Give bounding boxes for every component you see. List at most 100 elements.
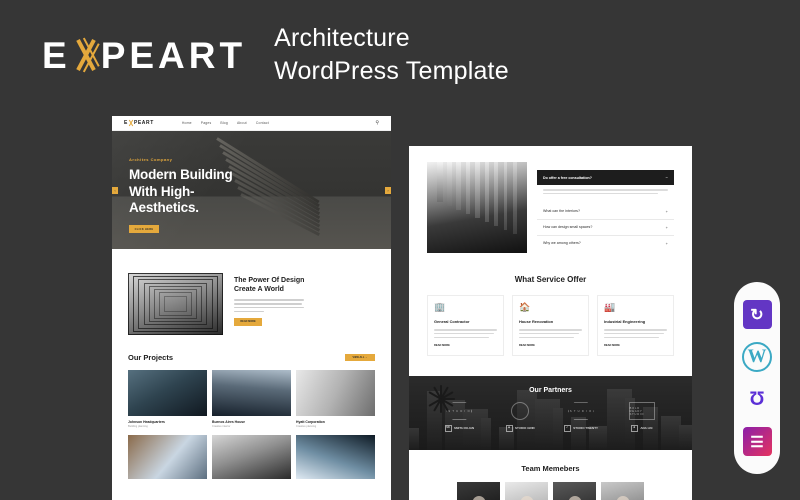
hero-eyebrow: Archites Company — [129, 157, 173, 162]
carousel-next-arrow[interactable]: › — [385, 187, 391, 194]
partners-section: Our Partners S T U D I O SK SMITH KILIAN… — [409, 376, 692, 451]
faq-item[interactable]: What can the interiors? + — [537, 204, 674, 220]
nav-item-blog[interactable]: Blog — [220, 121, 228, 125]
unlimited-elements-icon[interactable]: Ʊ — [743, 385, 772, 414]
faq-question: How can design small spaces? — [543, 225, 593, 230]
partner-initials-icon: ✓ — [563, 425, 571, 433]
nav-item-home[interactable]: Home — [182, 121, 192, 125]
faq-section: Do offer a free consultation? − What can… — [409, 146, 692, 253]
mockup-logo-x-icon — [128, 120, 133, 126]
project-thumbnail — [212, 370, 291, 416]
logo-text-part2: PEART — [100, 34, 247, 76]
team-section-title: Team Memebers — [521, 464, 580, 474]
project-card[interactable]: Hyatt Corporation Creative planning — [296, 370, 375, 428]
partner-logo[interactable]: S T U D I O SK SMITH KILIAN — [431, 402, 488, 433]
faq-question: What can the interiors? — [543, 209, 580, 214]
factory-icon: 🏭 — [604, 302, 616, 312]
project-thumbnail[interactable] — [212, 435, 291, 479]
right-page-mockup[interactable]: Do offer a free consultation? − What can… — [409, 146, 692, 500]
projects-grid: Johnson Headquarters Building planning B… — [128, 370, 375, 428]
project-title: Buenos Aires House — [212, 419, 246, 424]
partner-name: ANA LIN — [640, 425, 653, 430]
nav-item-pages[interactable]: Pages — [201, 121, 212, 125]
faq-item[interactable]: How can design small spaces? + — [537, 220, 674, 236]
project-thumbnail[interactable] — [128, 435, 207, 479]
projects-grid-row-2 — [128, 435, 375, 479]
team-member-photo[interactable] — [505, 482, 548, 500]
hero-cta-button[interactable]: CLICK HERE — [129, 225, 159, 234]
service-title: General Contractor — [434, 319, 470, 324]
carousel-prev-arrow[interactable]: ‹ — [112, 187, 118, 194]
partner-mark-icon: S T U D I O — [446, 402, 473, 421]
service-card[interactable]: 🏢 General Contractor READ MORE — [427, 295, 504, 357]
logo-x-icon — [73, 40, 99, 70]
partner-initials-icon: ⊕ — [505, 425, 513, 433]
project-thumbnail — [128, 370, 207, 416]
team-member-photo[interactable] — [601, 482, 644, 500]
service-description — [519, 329, 582, 339]
sync-icon[interactable]: ↻ — [742, 300, 772, 329]
plus-expand-icon[interactable]: + — [666, 241, 668, 246]
project-card[interactable]: Johnson Headquarters Building planning — [128, 370, 207, 428]
team-member-photo[interactable] — [457, 482, 500, 500]
faq-question: Why we among others? — [543, 241, 581, 246]
partners-logo-row: S T U D I O SK SMITH KILIAN ⊕ STUDIO GRI… — [409, 394, 692, 433]
partner-initials-icon: SK — [444, 425, 452, 433]
service-card[interactable]: 🏠 House Renovation READ MORE — [512, 295, 589, 357]
team-grid — [409, 482, 692, 500]
headline-line-1: Architecture — [274, 24, 410, 52]
about-body-text — [234, 299, 305, 313]
service-title: Industrial Engineering — [604, 319, 646, 324]
services-section-title: What Service Offer — [514, 275, 587, 284]
expeart-logo: E PEART — [42, 37, 246, 74]
about-read-more-button[interactable]: READ MORE — [234, 318, 262, 326]
project-title: Hyatt Corporation — [296, 419, 325, 424]
headline-line-2: WordPress Template — [274, 57, 509, 85]
project-thumbnail[interactable] — [296, 435, 375, 479]
projects-view-all-button[interactable]: VIEW ALL → — [345, 353, 375, 362]
service-card[interactable]: 🏭 Industrial Engineering READ MORE — [597, 295, 674, 357]
faq-item[interactable]: Why we among others? + — [537, 236, 674, 251]
partner-name: SMITH KILIAN — [454, 425, 475, 430]
page-title: Architecture WordPress Template — [274, 22, 509, 88]
left-page-mockup[interactable]: E PEART Home Pages Blog About Contact ⚲ … — [112, 116, 391, 500]
hero-text-block: Archites Company Modern Building With Hi… — [129, 157, 233, 234]
service-read-more-link[interactable]: READ MORE — [434, 344, 497, 347]
mockup-logo[interactable]: E PEART — [124, 120, 154, 126]
faq-item-open[interactable]: Do offer a free consultation? − — [537, 170, 674, 185]
hero-title: Modern Building With High- Aesthetics. — [129, 167, 233, 217]
service-description — [434, 329, 497, 339]
partner-logo[interactable]: S T U D I O ✓ STUDIO TWENTY — [553, 402, 610, 433]
partner-mark-icon: BOLD READY STUDIO — [628, 402, 655, 421]
service-read-more-link[interactable]: READ MORE — [519, 344, 582, 347]
partner-logo[interactable]: BOLD READY STUDIO & ANA LIN — [613, 402, 670, 433]
team-member-photo[interactable] — [553, 482, 596, 500]
partner-name: STUDIO TWENTY — [573, 425, 599, 430]
feature-badge-rail: ↻ W Ʊ ☰ — [734, 282, 780, 474]
plus-expand-icon[interactable]: + — [666, 209, 668, 214]
partner-logo[interactable]: ⊕ STUDIO GRID — [492, 402, 549, 433]
faq-accordion[interactable]: Do offer a free consultation? − What can… — [537, 162, 674, 253]
nav-item-about[interactable]: About — [237, 121, 247, 125]
mockup-nav[interactable]: Home Pages Blog About Contact — [182, 121, 269, 125]
project-card[interactable]: Buenos Aires House Creative interior — [212, 370, 291, 428]
partner-initials-icon: & — [630, 425, 638, 433]
partner-name: STUDIO GRID — [515, 425, 535, 430]
search-icon[interactable]: ⚲ — [375, 120, 379, 126]
hero-title-line-2: With High- — [129, 183, 195, 199]
faq-answer — [537, 185, 674, 204]
projects-header: Our Projects VIEW ALL → — [128, 353, 375, 362]
project-category: Creative interior — [212, 425, 231, 428]
about-title: The Power Of Design Create A World — [234, 276, 304, 294]
project-category: Building planning — [128, 425, 148, 428]
nav-item-contact[interactable]: Contact — [256, 121, 269, 125]
plus-expand-icon[interactable]: + — [666, 225, 668, 230]
projects-section-title: Our Projects — [128, 353, 174, 362]
service-read-more-link[interactable]: READ MORE — [604, 344, 667, 347]
about-title-line-1: The Power Of Design — [234, 277, 305, 284]
wordpress-icon[interactable]: W — [742, 342, 772, 372]
chevron-collapse-icon[interactable]: − — [666, 175, 668, 180]
mockup-logo-part2: PEART — [133, 120, 154, 126]
elementor-icon[interactable]: ☰ — [742, 427, 772, 456]
logo-text-part1: E — [42, 34, 71, 76]
